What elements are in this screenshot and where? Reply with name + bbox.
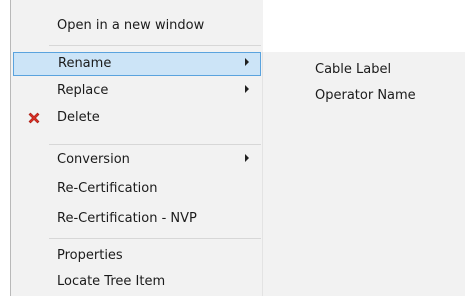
menu-item-open-in-new-window[interactable]: Open in a new window bbox=[13, 14, 261, 38]
menu-item-label: Open in a new window bbox=[57, 18, 205, 33]
menu-item-label: Re-Certification bbox=[57, 181, 158, 196]
menu-item-label: Properties bbox=[57, 248, 123, 263]
menu-separator bbox=[49, 45, 261, 46]
menu-separator bbox=[49, 144, 261, 145]
submenu-arrow-icon bbox=[245, 154, 249, 162]
menu-separator bbox=[49, 238, 261, 239]
context-menu: Open in a new window Rename Replace Dele… bbox=[10, 0, 263, 296]
submenu-item-label: Operator Name bbox=[315, 88, 416, 103]
menu-item-re-certification[interactable]: Re-Certification bbox=[13, 177, 261, 201]
submenu-item-operator-name[interactable]: Operator Name bbox=[263, 84, 465, 108]
menu-item-delete[interactable]: Delete bbox=[13, 106, 261, 130]
submenu-arrow-icon bbox=[245, 58, 249, 66]
menu-item-label: Delete bbox=[57, 110, 100, 125]
submenu-item-cable-label[interactable]: Cable Label bbox=[263, 58, 465, 82]
menu-item-properties[interactable]: Properties bbox=[13, 244, 261, 268]
submenu-item-label: Cable Label bbox=[315, 62, 392, 77]
submenu-arrow-icon bbox=[245, 85, 249, 93]
context-menu-screen: Open in a new window Rename Replace Dele… bbox=[0, 0, 465, 296]
menu-item-label: Rename bbox=[58, 56, 112, 71]
menu-item-label: Re-Certification - NVP bbox=[57, 211, 197, 226]
menu-item-label: Conversion bbox=[57, 152, 130, 167]
delete-x-icon bbox=[28, 112, 40, 124]
rename-submenu: Cable Label Operator Name bbox=[262, 52, 465, 296]
menu-item-rename[interactable]: Rename bbox=[13, 52, 261, 76]
menu-item-locate-tree-item[interactable]: Locate Tree Item bbox=[13, 270, 261, 294]
menu-item-replace[interactable]: Replace bbox=[13, 79, 261, 103]
menu-item-re-certification-nvp[interactable]: Re-Certification - NVP bbox=[13, 207, 261, 231]
menu-item-conversion[interactable]: Conversion bbox=[13, 148, 261, 172]
menu-item-label: Locate Tree Item bbox=[57, 274, 166, 289]
menu-item-label: Replace bbox=[57, 83, 109, 98]
